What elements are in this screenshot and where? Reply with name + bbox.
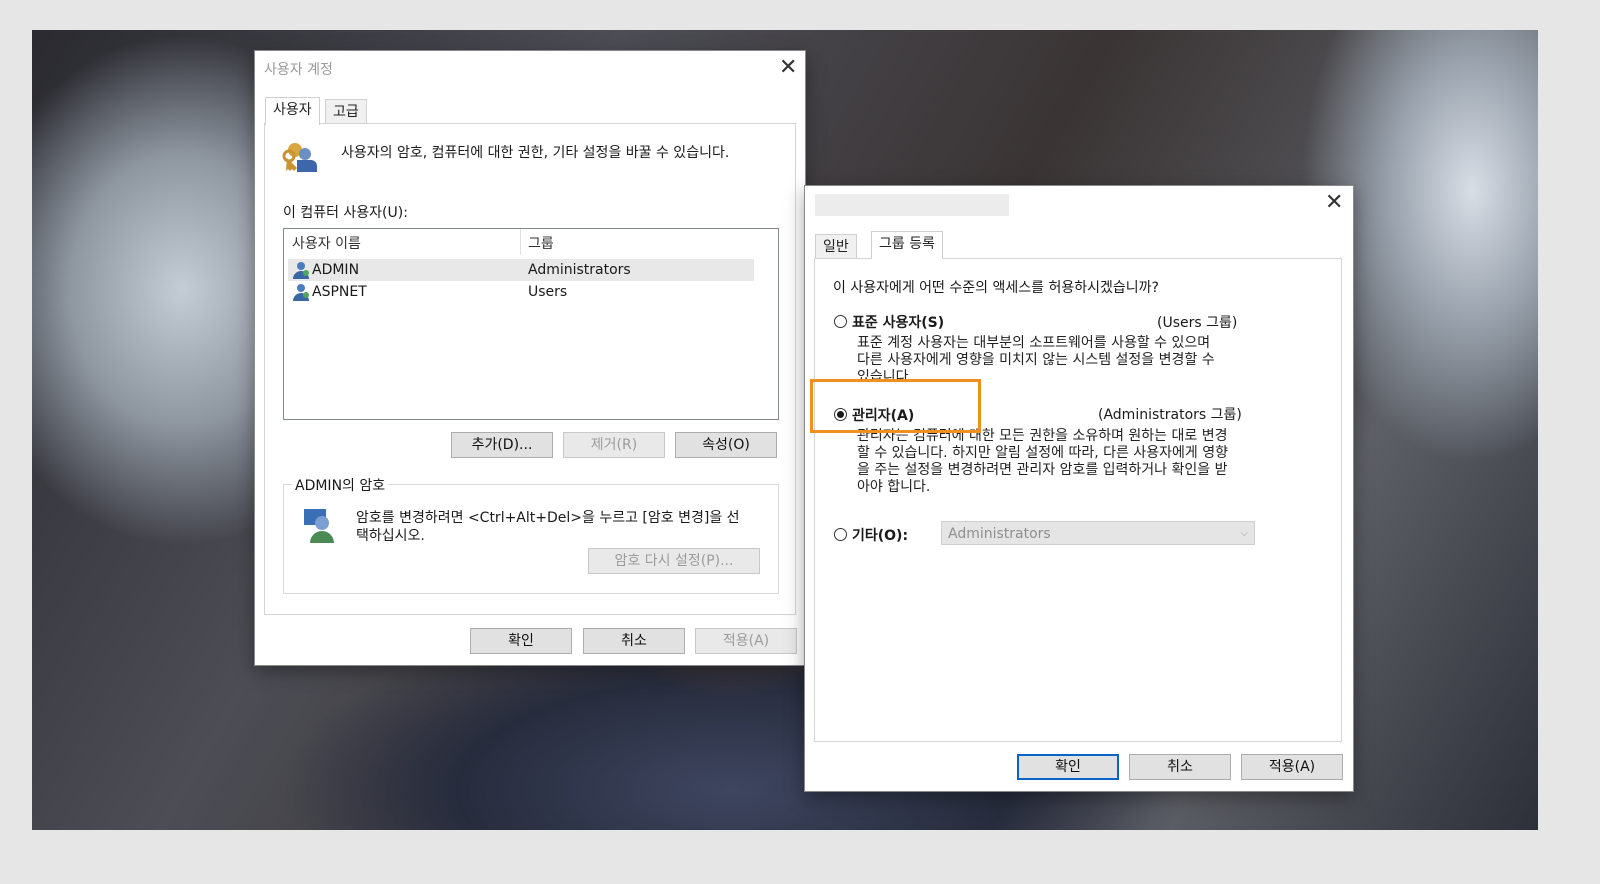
users-list[interactable]: 사용자 이름 그룹 ADMIN Administrators ASPNET Us… [283,228,779,420]
remove-user-button[interactable]: 제거(R) [563,432,665,458]
password-group-title: ADMIN의 암호 [292,475,389,495]
window-title: 사용자 계정 [264,62,333,78]
tab-advanced[interactable]: 고급 [325,99,367,124]
standard-user-radio[interactable] [834,315,847,328]
tab-group-membership[interactable]: 그룹 등록 [871,231,943,259]
column-divider [520,229,521,255]
window-title-placeholder [815,194,1009,216]
administrator-description-3: 을 주는 설정을 변경하려면 관리자 암호를 입력하거나 확인을 받 [857,462,1228,478]
reset-password-button[interactable]: 암호 다시 설정(P)... [588,548,760,574]
column-header-group[interactable]: 그룹 [528,233,554,253]
standard-user-description-2: 다른 사용자에게 영향을 미치지 않는 시스템 설정을 변경할 수 [857,352,1215,368]
users-list-label: 이 컴퓨터 사용자(U): [283,205,408,221]
row-group: Users [528,284,568,300]
cancel-button[interactable]: 취소 [1129,754,1231,780]
password-group: ADMIN의 암호 암호를 변경하려면 <Ctrl+Alt+Del>을 누르고 … [283,475,779,594]
intro-text: 사용자의 암호, 컴퓨터에 대한 권한, 기타 설정을 바꿀 수 있습니다. [341,145,730,161]
administrator-group: (Administrators 그룹) [1098,407,1242,423]
close-icon[interactable]: ✕ [1325,192,1343,214]
password-instructions-line2: 택하십시오. [356,528,425,544]
password-instructions-line1: 암호를 변경하려면 <Ctrl+Alt+Del>을 누르고 [암호 변경]을 선 [356,510,740,526]
apply-button[interactable]: 적용(A) [695,628,797,654]
administrator-highlight [810,379,981,433]
other-label[interactable]: 기타(O): [852,525,908,545]
other-radio[interactable] [834,528,847,541]
administrator-description-4: 아야 합니다. [857,479,931,495]
tab-users[interactable]: 사용자 [265,97,320,125]
group-membership-panel: 이 사용자에게 어떤 수준의 액세스를 허용하시겠습니까? 표준 사용자(S) … [810,258,1342,742]
column-header-username[interactable]: 사용자 이름 [292,233,361,253]
ok-button[interactable]: 확인 [470,628,572,654]
standard-user-description-1: 표준 계정 사용자는 대부분의 소프트웨어를 사용할 수 있으며 [857,335,1211,351]
access-question: 이 사용자에게 어떤 수준의 액세스를 허용하시겠습니까? [833,280,1159,296]
other-group-select[interactable]: Administrators ⌵ [941,521,1255,545]
chevron-down-icon: ⌵ [1240,528,1248,539]
user-icon [293,262,309,279]
user-password-icon [304,509,334,543]
ok-button[interactable]: 확인 [1017,754,1119,780]
row-username: ADMIN [312,262,360,278]
tab-general[interactable]: 일반 [815,234,857,259]
standard-user-group: (Users 그룹) [1157,315,1238,331]
close-icon[interactable]: ✕ [779,57,797,79]
users-tab-panel: 사용자의 암호, 컴퓨터에 대한 권한, 기타 설정을 바꿀 수 있습니다. 이… [264,123,796,615]
properties-button[interactable]: 속성(O) [675,432,777,458]
administrator-description-2: 할 수 있습니다. 하지만 알림 설정에 따라, 다른 사용자에게 영향 [857,445,1228,461]
cancel-button[interactable]: 취소 [583,628,685,654]
standard-user-label[interactable]: 표준 사용자(S) [852,312,944,332]
row-group: Administrators [528,262,631,278]
other-group-value: Administrators [948,526,1051,542]
user-icon [293,284,309,301]
table-row[interactable]: ASPNET Users [288,281,754,303]
users-keys-icon [282,143,317,172]
table-row[interactable]: ADMIN Administrators [288,259,754,281]
apply-button[interactable]: 적용(A) [1241,754,1343,780]
user-properties-window: ✕ 일반 그룹 등록 이 사용자에게 어떤 수준의 액세스를 허용하시겠습니까?… [804,185,1354,792]
row-username: ASPNET [312,284,367,300]
user-accounts-window: 사용자 계정 ✕ 사용자 고급 사용자의 암호, 컴퓨터에 대한 권한, 기타 … [254,50,806,666]
add-user-button[interactable]: 추가(D)... [451,432,553,458]
